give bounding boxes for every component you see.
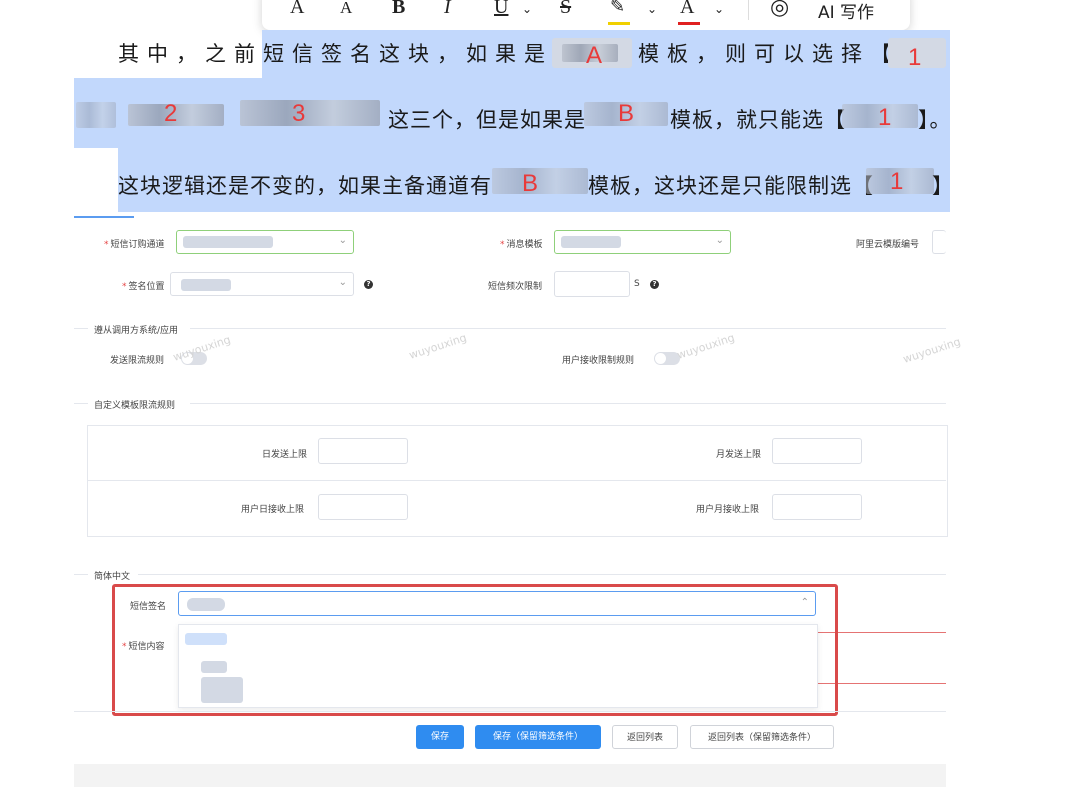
user-daily-input[interactable]	[318, 494, 408, 520]
section-divider	[74, 328, 88, 329]
strikethrough-button[interactable]: S	[560, 0, 571, 19]
italic-button[interactable]: I	[444, 0, 451, 19]
sign-position-select[interactable]: ⌄	[170, 272, 354, 296]
chevron-down-icon[interactable]: ⌄	[522, 2, 532, 17]
save-keep-filter-button[interactable]: 保存（保留筛选条件）	[475, 725, 601, 749]
highlight-color-bar	[608, 22, 630, 25]
doc-line-2-end: 】。	[918, 108, 952, 132]
daily-send-label: 日发送上限	[262, 450, 308, 460]
aliyun-template-input[interactable]	[932, 230, 946, 254]
redacted-block	[492, 168, 588, 194]
redacted-block	[76, 102, 116, 128]
help-icon[interactable]: ?	[364, 280, 373, 289]
sign-position-label: * 签名位置	[122, 282, 165, 292]
chevron-down-icon: ⌄	[715, 235, 724, 246]
user-daily-label: 用户日接收上限	[241, 505, 305, 515]
toolbar-divider	[748, 0, 749, 20]
section-divider	[190, 328, 946, 329]
user-monthly-label: 用户月接收上限	[696, 505, 760, 515]
doc-line-3-start: 这块逻辑还是不变的，如果主备通道有	[118, 174, 492, 198]
help-icon[interactable]: ?	[650, 280, 659, 289]
underline-button[interactable]: U	[494, 0, 508, 19]
chevron-down-icon: ⌄	[338, 277, 347, 288]
channel-select[interactable]: ⌄	[176, 230, 354, 254]
section-language-title: 简体中文	[94, 572, 131, 582]
template-select[interactable]: ⌄	[554, 230, 731, 254]
chevron-down-icon[interactable]: ⌄	[714, 2, 724, 17]
marker-3: 3	[292, 100, 306, 127]
chevron-down-icon[interactable]: ⌄	[647, 2, 657, 17]
doc-line-3-mid: 模板，这块还是只能限制选【	[588, 174, 874, 198]
bold-button[interactable]: B	[392, 0, 405, 19]
ai-spark-icon[interactable]: ◎	[770, 0, 789, 20]
footer-divider	[74, 711, 946, 712]
marker-b: B	[522, 170, 539, 197]
chevron-down-icon: ⌄	[338, 235, 347, 246]
monthly-send-input[interactable]	[772, 438, 862, 464]
font-color-bar	[678, 22, 700, 25]
section-divider	[74, 574, 88, 575]
redacted-block	[240, 100, 380, 126]
watermark: wuyouxing	[407, 331, 469, 362]
user-receive-limit-label: 用户接收限制规则	[562, 356, 635, 366]
section-custom-title: 自定义模板限流规则	[94, 401, 176, 411]
marker-1: 1	[890, 168, 904, 195]
doc-line-2-mid: 模板，就只能选【	[670, 108, 846, 132]
marker-2: 2	[164, 100, 178, 127]
font-size-up-button[interactable]: A	[290, 0, 304, 19]
monthly-send-label: 月发送上限	[716, 450, 762, 460]
channel-label: * 短信订购通道	[104, 240, 165, 250]
doc-line-2-start: 这三个，但是如果是	[388, 108, 586, 132]
text-format-toolbar: A A B I U ⌄ S ✎ ⌄ A ⌄ ◎ AI 写作	[262, 0, 910, 30]
back-keep-filter-button[interactable]: 返回列表（保留筛选条件）	[690, 725, 834, 749]
section-divider	[190, 403, 946, 404]
highlight-pen-icon[interactable]: ✎	[610, 0, 625, 17]
user-monthly-input[interactable]	[772, 494, 862, 520]
section-divider	[138, 574, 946, 575]
marker-1: 1	[878, 104, 892, 131]
frequency-unit: S	[634, 279, 640, 289]
font-size-down-button[interactable]: A	[340, 0, 352, 18]
save-button[interactable]: 保存	[416, 725, 464, 749]
tab-underline	[74, 216, 134, 218]
watermark: wuyouxing	[901, 335, 963, 366]
section-divider	[74, 403, 88, 404]
template-label: * 消息模板	[500, 240, 543, 250]
doc-line-3-end: 】	[932, 174, 954, 198]
highlight-box	[112, 584, 838, 716]
page-footer-band	[74, 764, 946, 787]
ai-write-button[interactable]: AI 写作	[818, 0, 874, 23]
table-divider	[87, 480, 946, 481]
font-color-button[interactable]: A	[680, 0, 694, 19]
marker-1: 1	[908, 44, 922, 71]
section-caller-title: 遵从调用方系统/应用	[94, 326, 179, 336]
marker-a: A	[586, 42, 603, 69]
frequency-limit-label: 短信频次限制	[488, 282, 543, 292]
aliyun-template-label: 阿里云模版编号	[856, 240, 920, 250]
doc-line-1-end: 模板，则可以选择【	[638, 42, 899, 66]
frequency-limit-input[interactable]	[554, 271, 630, 297]
watermark: wuyouxing	[675, 331, 737, 362]
daily-send-input[interactable]	[318, 438, 408, 464]
send-limit-label: 发送限流规则	[110, 356, 165, 366]
back-to-list-button[interactable]: 返回列表	[612, 725, 678, 749]
doc-line-1-start: 其中，之前短信签名这块，如果是	[118, 42, 553, 66]
marker-b: B	[618, 100, 635, 127]
